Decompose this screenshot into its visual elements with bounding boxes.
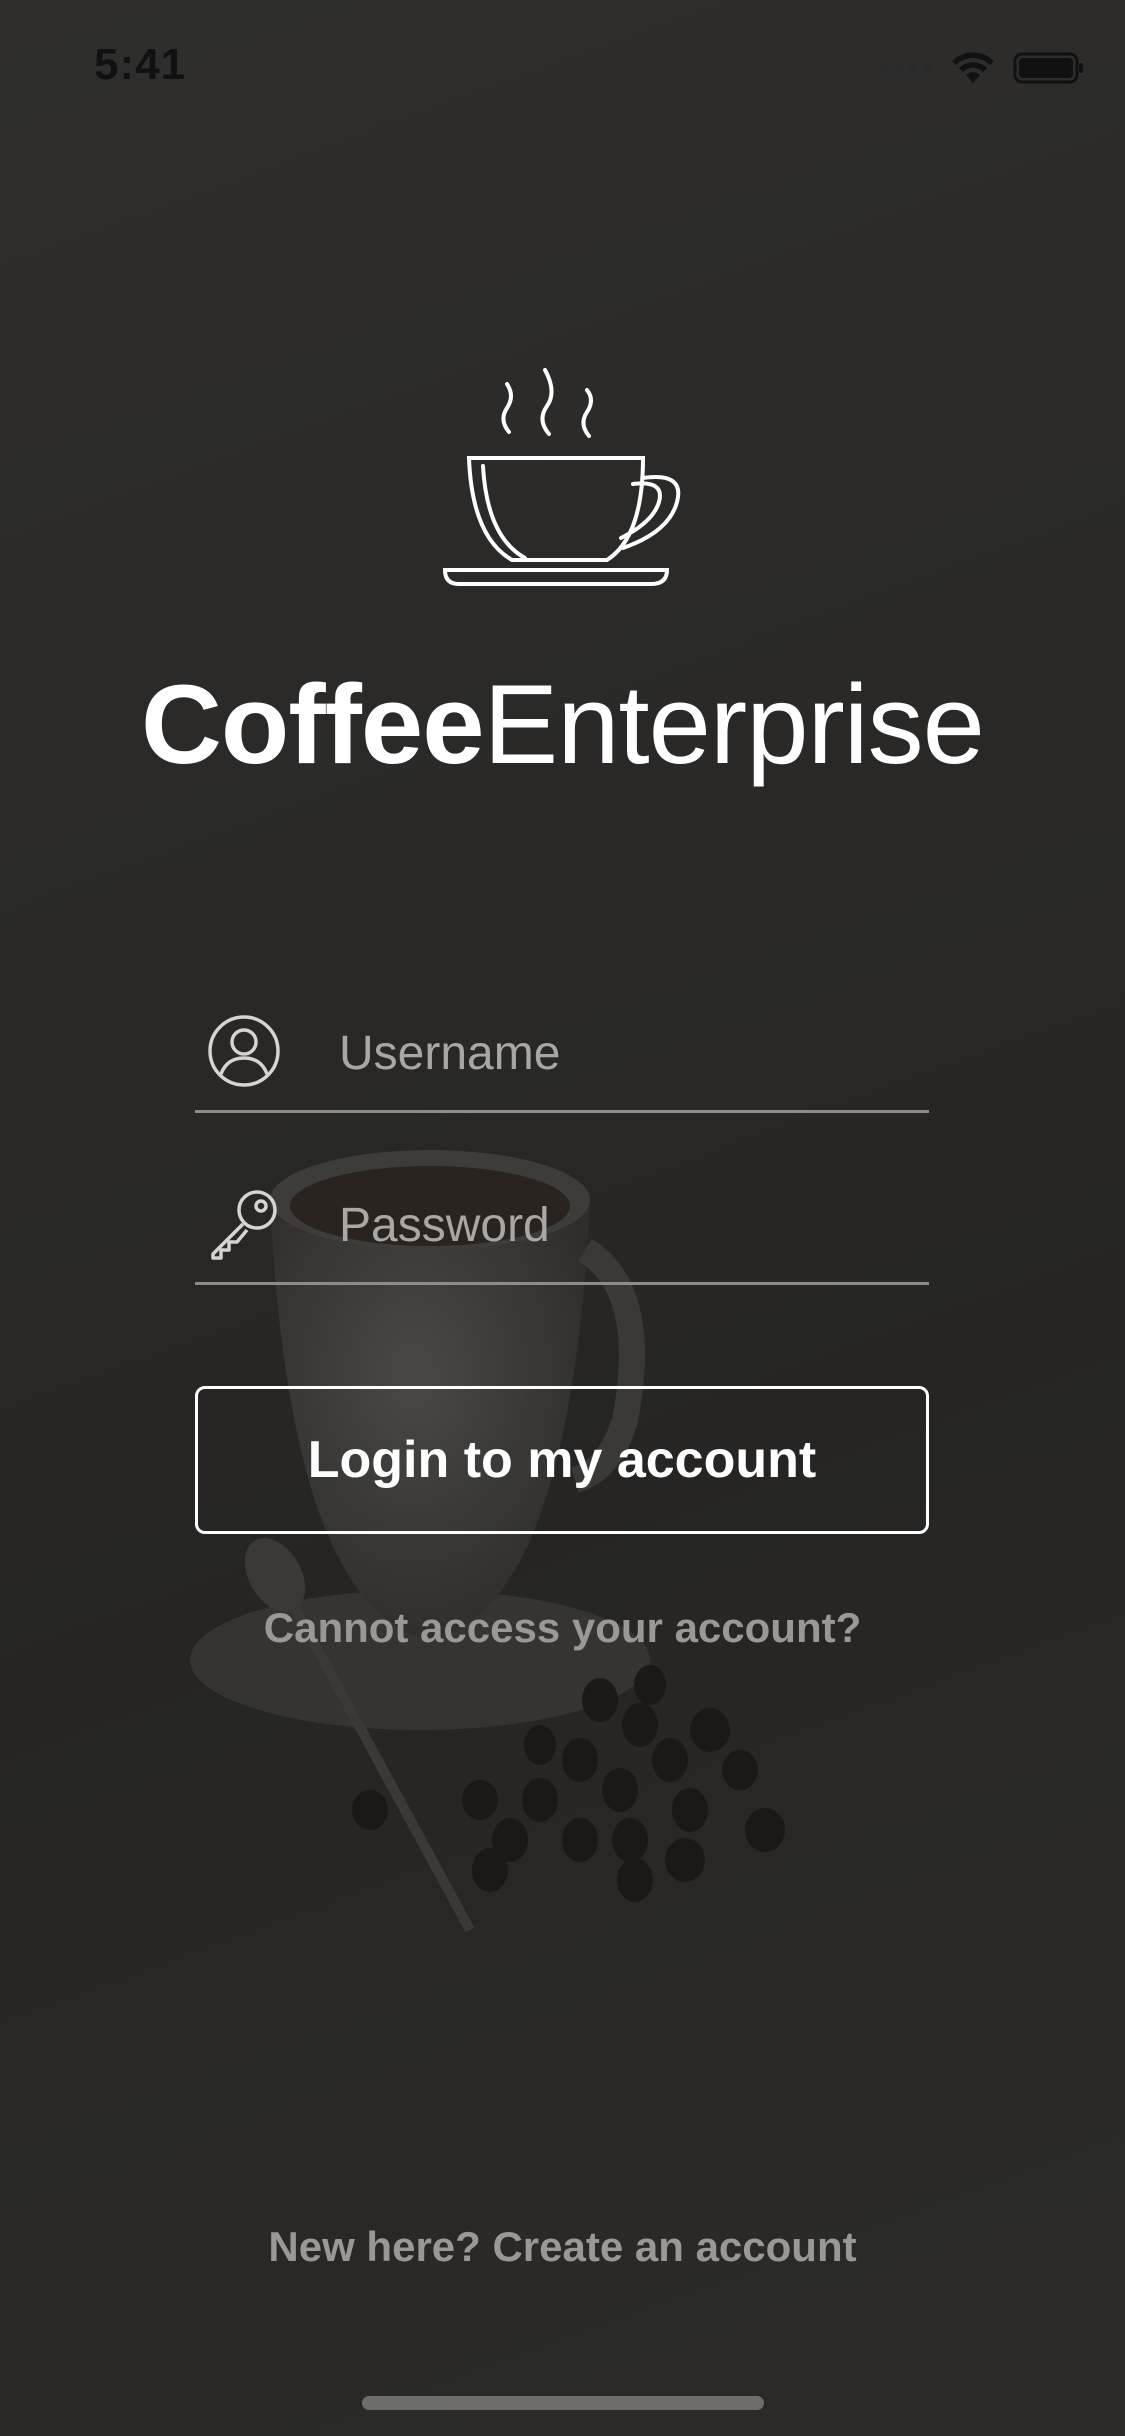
username-input[interactable] [337, 1018, 901, 1088]
status-time: 5:41 [94, 40, 187, 89]
home-indicator[interactable] [362, 2396, 764, 2410]
battery-icon [1013, 52, 1083, 84]
signal-dots-icon [879, 63, 933, 73]
username-field [195, 1000, 929, 1113]
coffee-cup-icon [442, 368, 681, 586]
password-input[interactable] [337, 1190, 901, 1260]
login-button[interactable]: Login to my account [195, 1386, 929, 1534]
create-account-link[interactable]: New here? Create an account [0, 2223, 1125, 2271]
cannot-access-account-link[interactable]: Cannot access your account? [0, 1604, 1125, 1652]
brand-name-light: Enterprise [483, 662, 985, 787]
status-icons [879, 48, 1085, 88]
brand-name: CoffeeEnterprise [0, 660, 1125, 790]
password-field [195, 1172, 929, 1285]
brand-name-bold: Coffee [141, 662, 484, 787]
user-circle-icon [208, 1015, 280, 1087]
login-screen: 5:41 CoffeeEnterprise Username Login to … [0, 0, 1125, 2436]
key-icon [211, 1190, 277, 1260]
wifi-icon [952, 52, 994, 83]
